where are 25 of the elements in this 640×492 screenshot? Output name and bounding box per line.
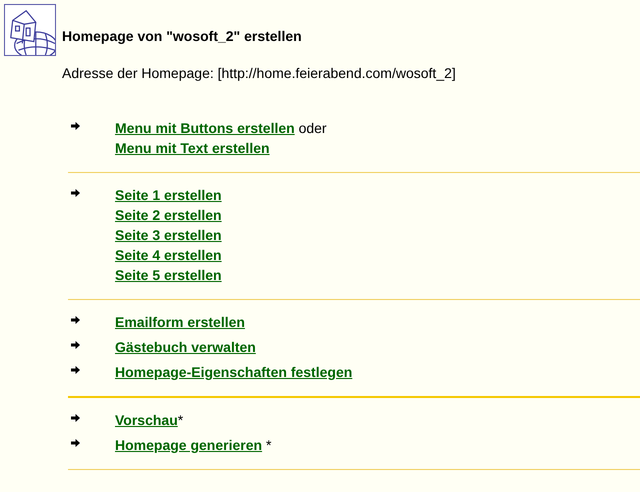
- action-link[interactable]: Menu mit Text erstellen: [115, 138, 270, 158]
- arrow-icon: [71, 341, 80, 349]
- action-link[interactable]: Homepage generieren: [115, 435, 262, 455]
- arrow-icon: [71, 414, 80, 422]
- action-link[interactable]: Seite 2 erstellen: [115, 205, 222, 225]
- arrow-icon: [71, 366, 80, 374]
- link-suffix: *: [264, 436, 272, 455]
- arrow-icon: [71, 439, 80, 447]
- link-suffix: oder: [298, 119, 327, 138]
- action-link[interactable]: Seite 4 erstellen: [115, 245, 222, 265]
- arrow-icon: [71, 189, 80, 197]
- action-link[interactable]: Menu mit Buttons erstellen: [115, 118, 295, 138]
- house-globe-icon: [4, 4, 56, 56]
- action-link[interactable]: Gästebuch verwalten: [115, 337, 256, 357]
- arrow-icon: [71, 316, 80, 324]
- action-link[interactable]: Homepage-Eigenschaften festlegen: [115, 362, 352, 382]
- page-title: Homepage von "wosoft_2" erstellen: [62, 27, 303, 46]
- action-link[interactable]: Vorschau: [115, 410, 178, 430]
- arrow-icon: [71, 122, 80, 130]
- action-link[interactable]: Emailform erstellen: [115, 312, 245, 332]
- action-link[interactable]: Seite 5 erstellen: [115, 265, 222, 285]
- homepage-address: Adresse der Homepage: [http://home.feierabend.com/wosoft_2]: [62, 64, 456, 83]
- action-link[interactable]: Seite 1 erstellen: [115, 185, 222, 205]
- action-link[interactable]: Seite 3 erstellen: [115, 225, 222, 245]
- link-suffix: *: [178, 411, 184, 430]
